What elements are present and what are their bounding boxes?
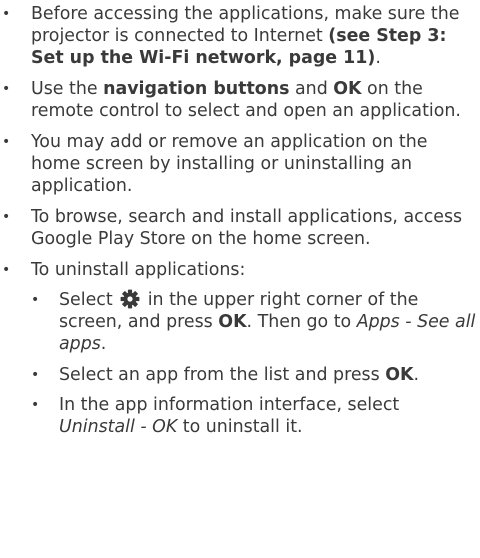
item-text: Select an app from the list and press (59, 365, 386, 385)
bullet: • (2, 134, 11, 150)
item-text: . (375, 48, 381, 68)
ok-term: OK (333, 79, 362, 99)
bullet: • (2, 6, 11, 22)
ok-term: OK (385, 365, 414, 385)
item-text: Select (59, 290, 119, 310)
bullet: • (2, 81, 11, 97)
sub-list-item: • Select an app from the list and press … (0, 364, 480, 386)
menu-path: Uninstall - OK (59, 417, 178, 437)
item-text: In the app information interface, select (59, 395, 400, 415)
item-text: Use the (31, 79, 104, 99)
list-item: • You may add or remove an application o… (0, 131, 480, 197)
item-text: To browse, search and install applicatio… (31, 207, 463, 249)
ok-term: OK (218, 312, 247, 332)
item-text: To uninstall applications: (31, 260, 246, 280)
list-item: • Before accessing the applications, mak… (0, 3, 480, 69)
instruction-list: • Before accessing the applications, mak… (0, 3, 480, 438)
bullet: • (31, 367, 40, 383)
list-item: • To browse, search and install applicat… (0, 206, 480, 250)
bullet: • (31, 397, 40, 413)
item-text: . Then go to (246, 312, 357, 332)
bullet: • (2, 209, 11, 225)
item-text: . (100, 334, 107, 354)
list-item: • Use the navigation buttons and OK on t… (0, 78, 480, 122)
navigation-buttons-term: navigation buttons (103, 79, 290, 99)
bullet: • (31, 292, 40, 308)
sub-list-item: • In the app information interface, sele… (0, 394, 480, 438)
item-text: to uninstall it. (177, 417, 303, 437)
sub-list-item: • Select in the upper right corner of th… (0, 289, 480, 355)
bullet: • (2, 262, 11, 278)
gear-icon (119, 289, 141, 309)
item-text: and (289, 79, 334, 99)
list-item: • To uninstall applications: (0, 259, 480, 281)
item-text: . (413, 365, 419, 385)
item-text: You may add or remove an application on … (31, 132, 428, 196)
